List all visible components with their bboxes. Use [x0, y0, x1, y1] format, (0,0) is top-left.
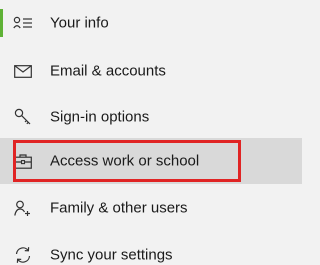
nav-item-sync-settings[interactable]: Sync your settings: [0, 232, 302, 265]
active-indicator: [0, 9, 3, 37]
nav-item-sign-in-options[interactable]: Sign-in options: [0, 94, 302, 140]
key-icon: [12, 108, 34, 126]
nav-item-label: Email & accounts: [50, 62, 166, 80]
nav-item-label: Family & other users: [50, 199, 188, 217]
nav-item-access-work-school[interactable]: Access work or school: [0, 138, 302, 184]
nav-item-email-accounts[interactable]: Email & accounts: [0, 48, 302, 94]
nav-item-your-info[interactable]: Your info: [0, 0, 302, 46]
briefcase-icon: [12, 152, 34, 170]
nav-item-family-other-users[interactable]: Family & other users: [0, 185, 302, 231]
sync-icon: [12, 246, 34, 264]
nav-item-label: Sync your settings: [50, 246, 173, 264]
settings-nav-list: Your info Email & accounts Sign-in optio…: [0, 0, 302, 265]
nav-item-label: Your info: [50, 14, 109, 32]
person-lines-icon: [12, 14, 34, 32]
add-person-icon: [12, 199, 34, 217]
nav-item-label: Access work or school: [50, 152, 200, 170]
envelope-icon: [12, 62, 34, 80]
nav-item-label: Sign-in options: [50, 108, 150, 126]
